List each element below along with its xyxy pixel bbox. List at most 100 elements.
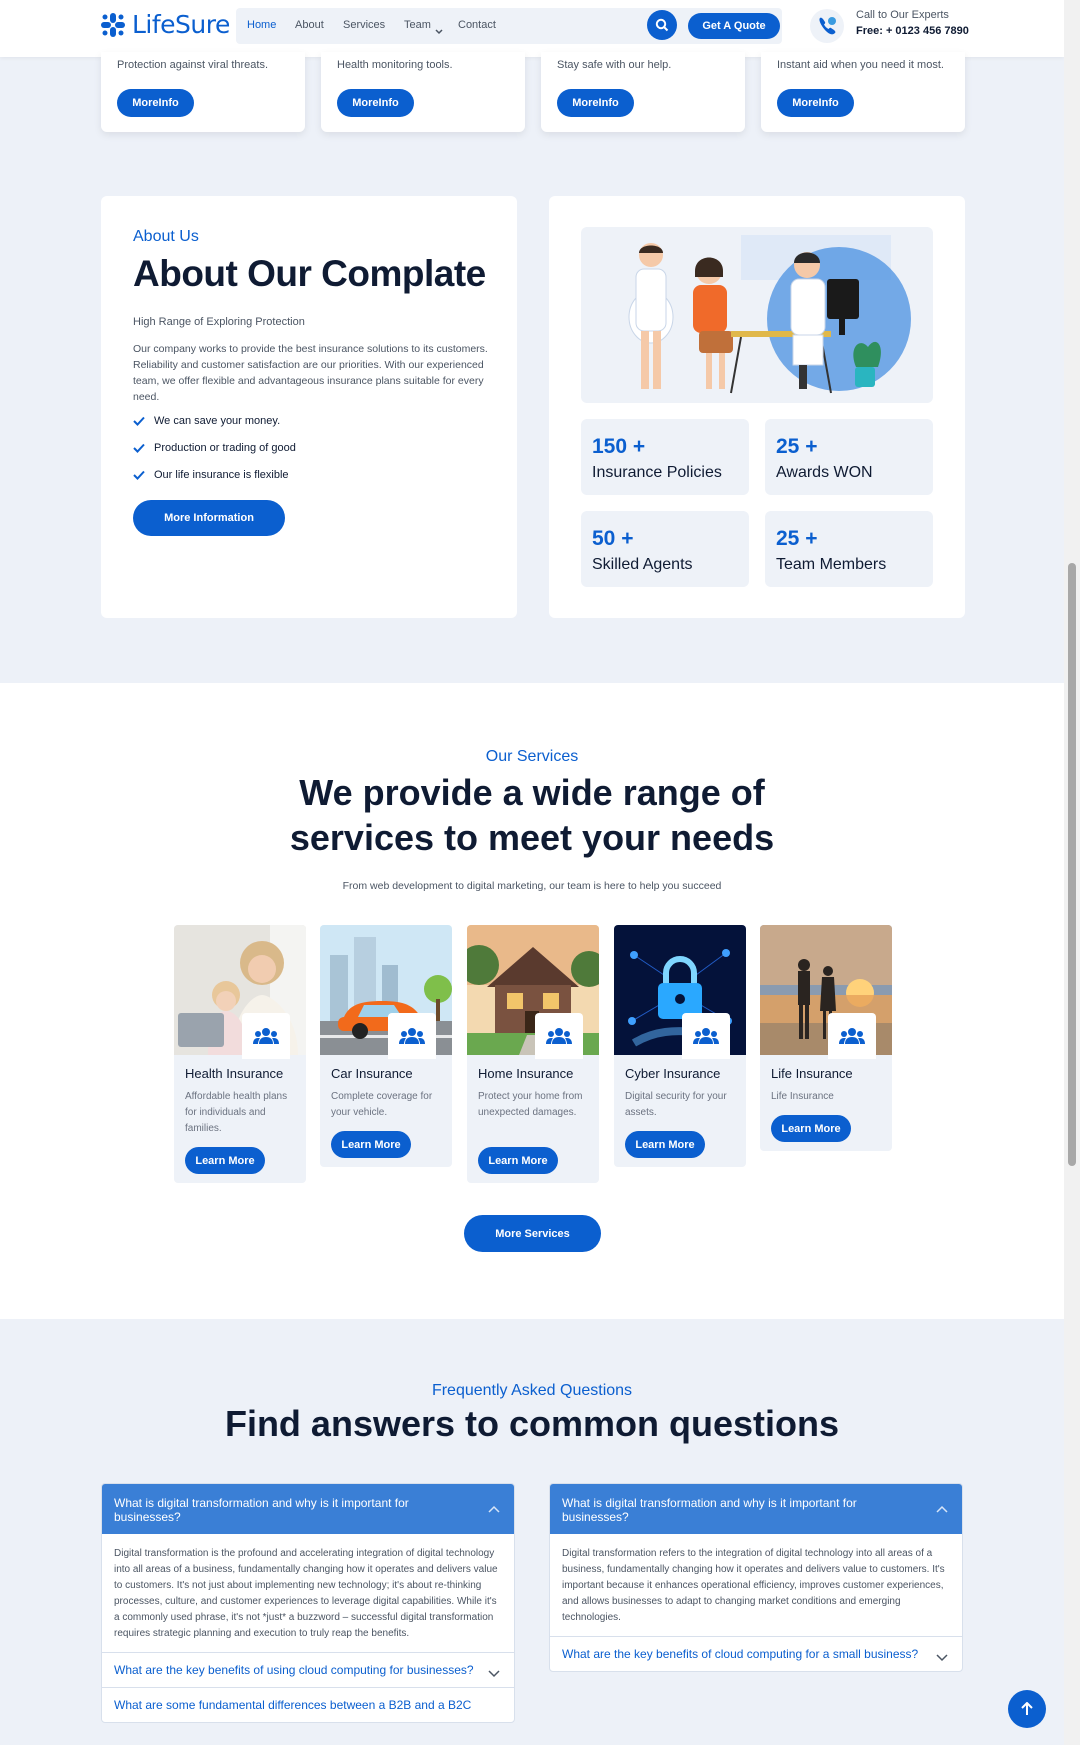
- stat-label: Team Members: [776, 556, 887, 573]
- scrollbar-thumb[interactable]: [1068, 563, 1076, 1166]
- nav-services[interactable]: Services: [343, 19, 385, 31]
- more-info-button[interactable]: MoreInfo: [777, 89, 854, 117]
- feature-card: Health monitoring tools. MoreInfo: [321, 52, 525, 132]
- faq-question-open[interactable]: What is digital transformation and why i…: [550, 1484, 962, 1534]
- check-label: Production or trading of good: [154, 442, 296, 454]
- learn-more-button[interactable]: Learn More: [185, 1147, 265, 1174]
- stat-label: Insurance Policies: [592, 464, 722, 481]
- faq-accordion-left: What is digital transformation and why i…: [101, 1483, 515, 1723]
- stat-box: 150 + Insurance Policies: [581, 419, 749, 495]
- phone-icon: [810, 9, 844, 43]
- faq-question-text: What are the key benefits of using cloud…: [114, 1663, 474, 1677]
- service-description: Digital security for your assets.: [625, 1091, 727, 1118]
- users-icon: [828, 1013, 876, 1059]
- about-description: Our company works to provide the best in…: [133, 343, 488, 403]
- stat-label: Skilled Agents: [592, 556, 693, 573]
- check-label: Our life insurance is flexible: [154, 469, 289, 481]
- chevron-down-icon: [936, 1651, 948, 1665]
- faq-answer: Digital transformation is the profound a…: [102, 1534, 514, 1653]
- stat-number: 25 +: [776, 527, 818, 550]
- faq-title: Find answers to common questions: [224, 1403, 840, 1444]
- stat-box: 25 + Awards WON: [765, 419, 933, 495]
- call-number[interactable]: Free: + 0123 456 7890: [856, 25, 969, 37]
- service-title: Home Insurance: [478, 1066, 574, 1081]
- nav-contact[interactable]: Contact: [458, 19, 496, 31]
- chevron-down-icon: [435, 22, 443, 40]
- faq-question[interactable]: What are some fundamental differences be…: [102, 1688, 514, 1722]
- nav-home[interactable]: Home: [247, 19, 276, 31]
- service-card-health: Health Insurance Affordable health plans…: [174, 925, 306, 1183]
- learn-more-button[interactable]: Learn More: [478, 1147, 558, 1174]
- services-subtitle: From web development to digital marketin…: [342, 880, 722, 892]
- check-item: Our life insurance is flexible: [133, 469, 289, 481]
- more-info-button[interactable]: MoreInfo: [337, 89, 414, 117]
- site-header: LifeSure Home About Services Team Contac…: [0, 0, 1064, 57]
- stat-box: 50 + Skilled Agents: [581, 511, 749, 587]
- learn-more-button[interactable]: Learn More: [771, 1115, 851, 1142]
- service-description: Affordable health plans for individuals …: [185, 1091, 288, 1134]
- logo[interactable]: LifeSure: [100, 10, 230, 39]
- about-title: About Our Complate: [133, 253, 486, 294]
- faq-answer: Digital transformation refers to the int…: [550, 1534, 962, 1637]
- nav-about[interactable]: About: [295, 19, 324, 31]
- faq-question[interactable]: What are the key benefits of using cloud…: [102, 1653, 514, 1688]
- users-icon: [242, 1013, 290, 1059]
- stat-number: 150 +: [592, 435, 646, 458]
- faq-question[interactable]: What are the key benefits of cloud compu…: [550, 1637, 962, 1671]
- more-information-button[interactable]: More Information: [133, 500, 285, 536]
- feature-card: Instant aid when you need it most. MoreI…: [761, 52, 965, 132]
- about-stats-card: 150 + Insurance Policies 25 + Awards WON…: [549, 196, 965, 618]
- call-label: Call to Our Experts: [856, 9, 949, 21]
- feature-card: Stay safe with our help. MoreInfo: [541, 52, 745, 132]
- stat-number: 50 +: [592, 527, 634, 550]
- chevron-up-icon: [488, 1502, 500, 1516]
- service-card-car: Car Insurance Complete coverage for your…: [320, 925, 452, 1167]
- service-title: Life Insurance: [771, 1066, 853, 1081]
- learn-more-button[interactable]: Learn More: [625, 1131, 705, 1158]
- check-icon: [133, 470, 145, 480]
- stat-box: 25 + Team Members: [765, 511, 933, 587]
- about-subtitle: High Range of Exploring Protection: [133, 316, 305, 328]
- services-kicker: Our Services: [485, 748, 579, 765]
- faq-question-text: What are the key benefits of cloud compu…: [562, 1647, 919, 1661]
- service-card-home: Home Insurance Protect your home from un…: [467, 925, 599, 1183]
- service-card-cyber: Cyber Insurance Digital security for you…: [614, 925, 746, 1167]
- service-description: Complete coverage for your vehicle.: [331, 1091, 433, 1118]
- nav-team[interactable]: Team: [404, 19, 431, 31]
- check-item: We can save your money.: [133, 415, 280, 427]
- scroll-to-top-button[interactable]: [1008, 1690, 1046, 1728]
- users-icon: [682, 1013, 730, 1059]
- feature-text: Stay safe with our help.: [557, 59, 672, 71]
- logo-icon: [101, 12, 125, 37]
- services-title-line: services to meet your needs: [289, 817, 775, 858]
- learn-more-button[interactable]: Learn More: [331, 1131, 411, 1158]
- users-icon: [388, 1013, 436, 1059]
- more-info-button[interactable]: MoreInfo: [557, 89, 634, 117]
- faq-question-text: What are some fundamental differences be…: [114, 1698, 472, 1712]
- faq-accordion-right: What is digital transformation and why i…: [549, 1483, 963, 1672]
- service-description: Life Insurance: [771, 1091, 834, 1102]
- feature-card: Protection against viral threats. MoreIn…: [101, 52, 305, 132]
- services-title-line: We provide a wide range of: [299, 772, 765, 813]
- service-card-life: Life Insurance Life Insurance Learn More: [760, 925, 892, 1151]
- service-title: Cyber Insurance: [625, 1066, 721, 1081]
- service-title: Car Insurance: [331, 1066, 413, 1081]
- search-button[interactable]: [647, 10, 677, 40]
- feature-text: Instant aid when you need it most.: [777, 59, 944, 71]
- more-info-button[interactable]: MoreInfo: [117, 89, 194, 117]
- faq-kicker: Frequently Asked Questions: [431, 1382, 633, 1399]
- about-kicker: About Us: [133, 228, 199, 245]
- main-nav: Home About Services Team Contact Get A Q…: [236, 8, 782, 44]
- stat-label: Awards WON: [776, 464, 873, 481]
- faq-question-text: What is digital transformation and why i…: [114, 1496, 409, 1524]
- faq-question-text: What is digital transformation and why i…: [562, 1496, 857, 1524]
- more-services-button[interactable]: More Services: [464, 1215, 601, 1252]
- check-icon: [133, 416, 145, 426]
- get-quote-button[interactable]: Get A Quote: [688, 13, 780, 39]
- feature-text: Protection against viral threats.: [117, 59, 269, 71]
- faq-question-open[interactable]: What is digital transformation and why i…: [102, 1484, 514, 1534]
- about-card: About Us About Our Complate High Range o…: [101, 196, 517, 618]
- check-icon: [133, 443, 145, 453]
- chevron-up-icon: [936, 1502, 948, 1516]
- check-label: We can save your money.: [154, 415, 281, 427]
